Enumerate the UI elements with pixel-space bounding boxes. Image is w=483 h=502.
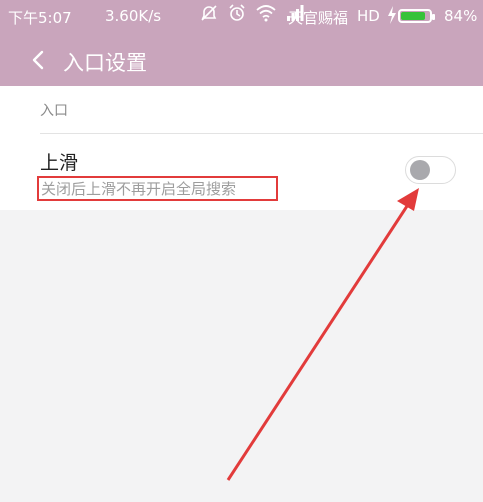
charging-icon: [388, 6, 396, 24]
page-title: 入口设置: [63, 51, 147, 75]
toggle-knob: [410, 160, 430, 180]
status-bar: 下午5:07 3.60K/s 天官赐福 HD 84%: [0, 0, 483, 34]
alarm-icon: [229, 4, 245, 21]
status-time: 下午5:07: [8, 9, 72, 27]
status-net-speed: 3.60K/s: [105, 7, 162, 25]
title-bar: 入口设置: [0, 34, 483, 86]
section-header: 入口: [40, 103, 68, 119]
mute-icon: [201, 5, 217, 21]
swipe-up-toggle[interactable]: [405, 156, 456, 184]
wifi-icon: [256, 5, 276, 22]
back-arrow-icon[interactable]: [28, 48, 48, 72]
battery-level-fill: [401, 12, 425, 20]
setting-description: 关闭后上滑不再开启全局搜索: [37, 176, 278, 201]
battery-icon: [398, 9, 435, 23]
setting-row-swipe-up[interactable]: 上滑 关闭后上滑不再开启全局搜索: [0, 134, 483, 210]
settings-list: 入口 上滑 关闭后上滑不再开启全局搜索: [0, 86, 483, 210]
setting-title: 上滑: [40, 152, 79, 174]
status-carrier: 天官赐福: [288, 9, 349, 27]
status-battery-percent: 84%: [444, 7, 478, 25]
status-network-type: HD: [357, 7, 380, 25]
